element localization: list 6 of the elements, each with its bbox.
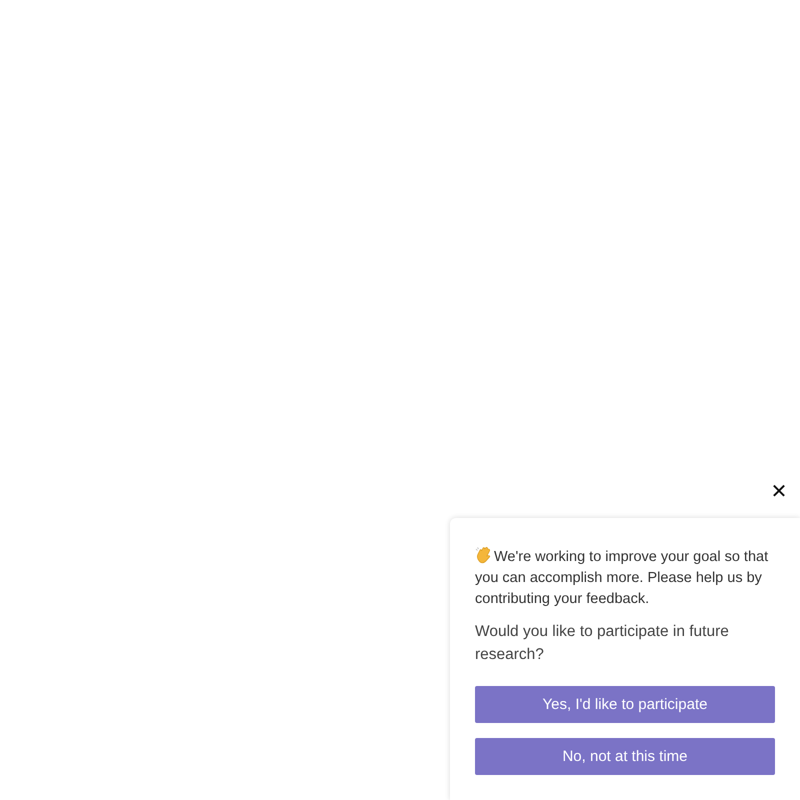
question-text: Would you like to participate in future research? (475, 622, 730, 665)
accept-button[interactable]: Yes, I'd like to participate (475, 686, 775, 723)
waving-hand-icon (475, 546, 493, 564)
close-button[interactable]: ✕ (768, 480, 790, 502)
intro-text: We're working to improve your goal so that you can accomplish more. Please help us by contributing your feedback. (475, 546, 775, 610)
decline-button[interactable]: No, not at this time (475, 738, 775, 775)
